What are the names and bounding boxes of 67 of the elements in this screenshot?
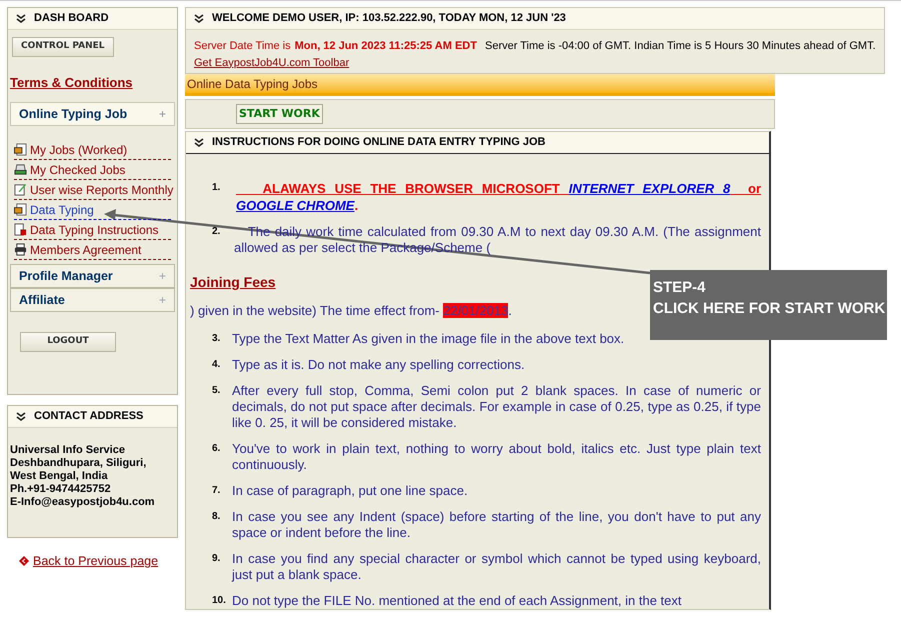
- effect-date-text: ) given in the website) The time effect from- 22/01/2013.: [190, 302, 512, 320]
- double-chevron-icon: [194, 138, 204, 148]
- document-lock-icon: [14, 223, 27, 236]
- address-line: Deshbandhupara, Siliguri,: [10, 457, 148, 470]
- double-chevron-icon: [16, 14, 26, 24]
- double-chevron-icon: [16, 412, 26, 422]
- menu-item[interactable]: User wise Reports Monthly: [14, 180, 171, 200]
- toolbar-link[interactable]: Get EaypostJob4U.com Toolbar: [194, 54, 350, 71]
- server-time-label: Server Date Time is: [194, 39, 291, 54]
- callout-title: STEP-4: [653, 278, 707, 298]
- plus-icon: +: [158, 105, 166, 124]
- menu-item[interactable]: Data Typing: [14, 200, 171, 220]
- instruction-text: In case you see any Indent (space) before starting of the line, you don't have to put any space or indent before the line.: [232, 508, 761, 540]
- address-line: Ph.+91-9474425752: [10, 483, 112, 496]
- joining-fees-heading: Joining Fees: [190, 273, 276, 292]
- list-number: 4.: [212, 358, 222, 372]
- address-line: Universal Info Service: [10, 444, 126, 457]
- callout-text: CLICK HERE FOR START WORK: [653, 299, 884, 319]
- menu-header[interactable]: Online Typing Job +: [10, 102, 175, 126]
- list-number: 5.: [212, 384, 222, 398]
- server-time-note: Server Time is -04:00 of GMT. Indian Time is 5 Hours 30 Minutes ahead of GMT.: [484, 39, 876, 54]
- logout-button[interactable]: LOGOUT: [20, 332, 116, 352]
- instruction-text: Do not type the FILE No. mentioned at the end of each Assignment, in the text: [232, 592, 682, 608]
- double-chevron-icon: [194, 14, 204, 24]
- list-number: 6.: [212, 442, 222, 456]
- browser-warning: ALAWAYS USE THE BROWSER MICROSOFT INTERNET EXPLORER 8 or GOOGLE CHROME.: [235, 180, 761, 214]
- menu-header[interactable]: Affiliate +: [10, 288, 175, 312]
- instruction-text: In case you find any special character or symbol which cannot be typed using keyboard, just put a blank space.: [232, 550, 761, 582]
- menu-item[interactable]: Data Typing Instructions: [14, 220, 171, 240]
- welcome-title: WELCOME DEMO USER, IP: 103.52.222.90, TODAY MON, 12 JUN '23: [212, 11, 566, 26]
- list-number: 3.: [212, 332, 222, 346]
- list-number: 8.: [212, 510, 222, 524]
- control-panel-button[interactable]: CONTROL PANEL: [12, 36, 114, 57]
- plus-icon: +: [158, 267, 166, 286]
- menu-item[interactable]: My Jobs (Worked): [14, 140, 171, 160]
- start-work-button[interactable]: START WORK: [236, 104, 323, 124]
- instructions-title: INSTRUCTIONS FOR DOING ONLINE DATA ENTRY TYPING JOB: [212, 135, 546, 150]
- instruction-text: After every full stop, Comma, Semi colon put 2 blank spaces. In case of numeric or decimals, do not put space after decimals. For example in case of 0.25, type as 0.25, if type like 0. 25, it will be considered mistake.: [232, 382, 761, 430]
- panel-title: CONTACT ADDRESS: [34, 409, 144, 424]
- list-number: 10.: [212, 594, 227, 608]
- document-icon: [14, 143, 27, 156]
- list-number: 9.: [212, 552, 222, 566]
- tray-icon: [14, 163, 27, 176]
- panel-title: DASH BOARD: [34, 11, 109, 26]
- list-number: 2.: [212, 225, 222, 239]
- list-number: 1.: [212, 181, 222, 195]
- printer-icon: [14, 243, 27, 256]
- list-number: 7.: [212, 484, 222, 498]
- plus-icon: +: [158, 291, 166, 310]
- jobs-bar: Online Data Typing Jobs: [185, 74, 775, 96]
- menu-item[interactable]: My Checked Jobs: [14, 160, 171, 180]
- instruction-text: Type the Text Matter As given in the image file in the above text box.: [232, 330, 624, 346]
- menu-item[interactable]: Members Agreement: [14, 240, 171, 260]
- instruction-text: You've to work in plain text, nothing to worry about bold, italics etc. Just type plain text continuously.: [232, 440, 761, 472]
- pencil-note-icon: [14, 183, 27, 196]
- back-link[interactable]: Back to Previous page: [19, 552, 158, 571]
- browser-link[interactable]: GOOGLE CHROME: [236, 198, 354, 213]
- menu-header[interactable]: Profile Manager +: [10, 264, 175, 288]
- diamond-arrow-icon: [19, 556, 29, 566]
- server-time-value: Mon, 12 Jun 2023 11:25:25 AM EDT: [294, 39, 477, 54]
- browser-link[interactable]: INTERNET EXPLORER 8: [568, 181, 730, 196]
- instruction-text: Type as it is. Do not make any spelling corrections.: [232, 356, 525, 372]
- address-line: E-Info@easypostjob4u.com: [10, 496, 156, 509]
- terms-link[interactable]: Terms & Conditions: [8, 72, 135, 92]
- document-icon: [14, 203, 27, 216]
- address-line: West Bengal, India: [10, 470, 109, 483]
- instruction-text: In case of paragraph, put one line space.: [232, 482, 468, 498]
